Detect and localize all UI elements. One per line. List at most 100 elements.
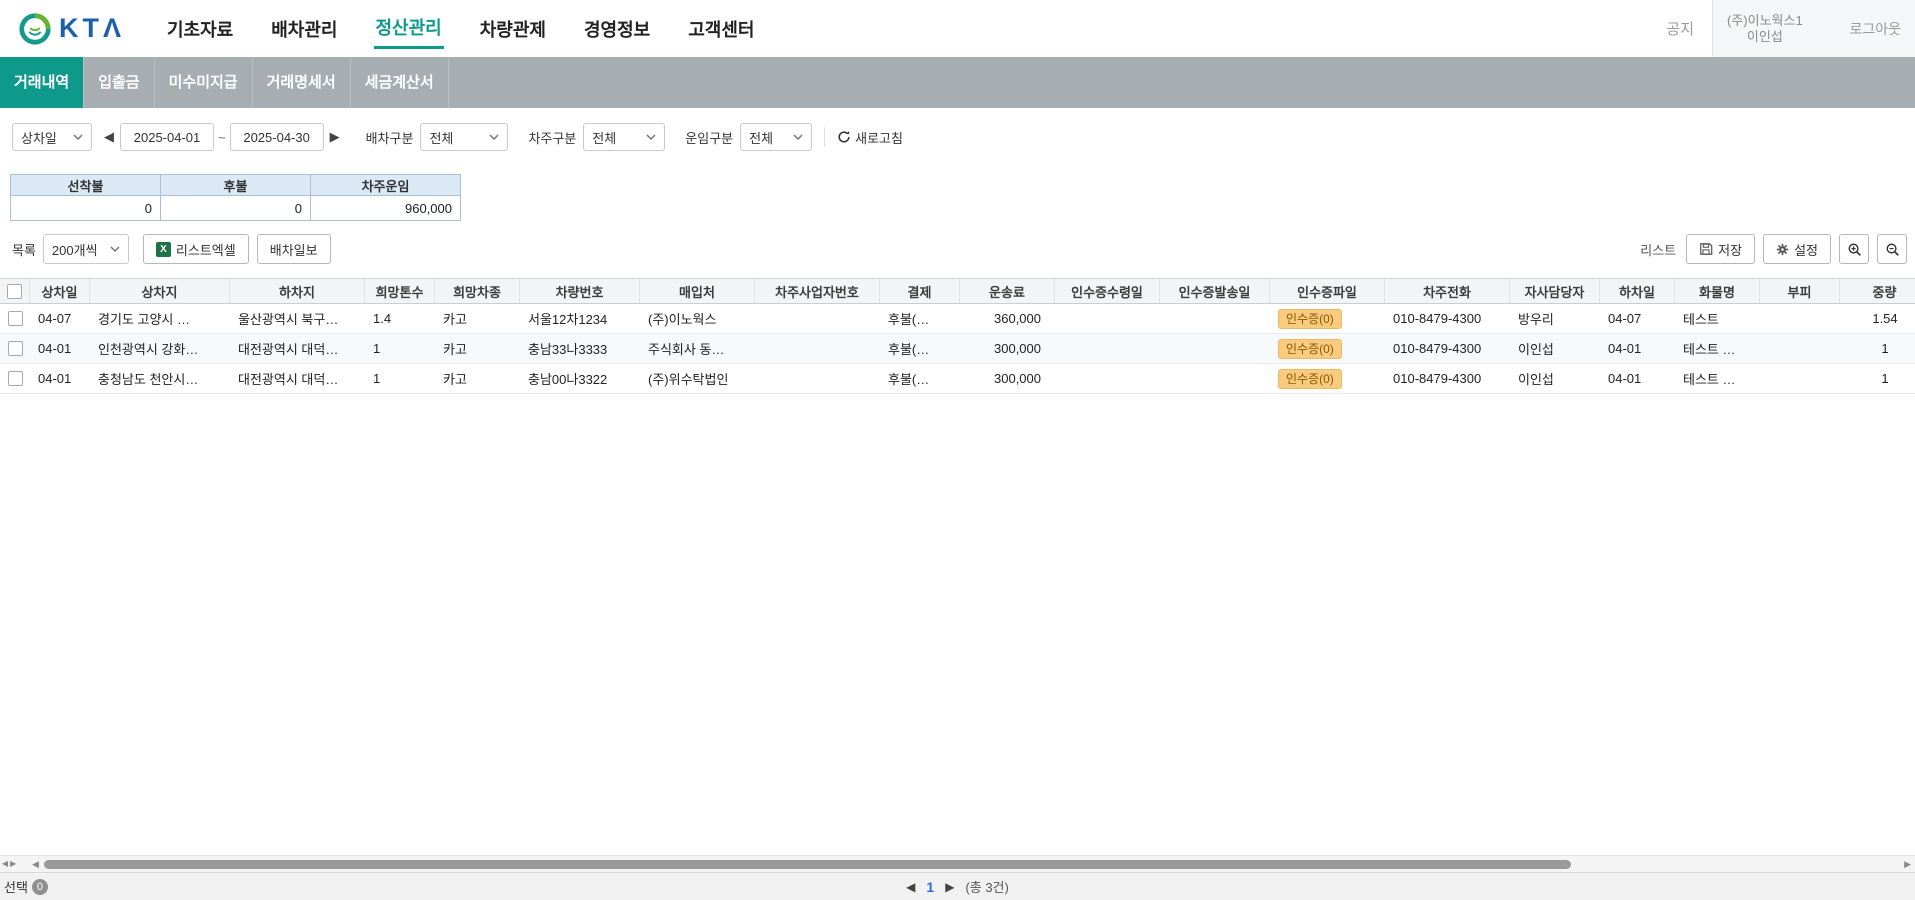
cell-unload-date: 04-07 xyxy=(1600,304,1675,333)
receipt-badge[interactable]: 인수증(0) xyxy=(1278,369,1342,389)
current-page-number[interactable]: 1 xyxy=(926,879,934,895)
col-origin[interactable]: 상차지 xyxy=(90,279,230,303)
receipt-badge[interactable]: 인수증(0) xyxy=(1278,309,1342,329)
cell-company-manager: 이인섭 xyxy=(1510,364,1600,393)
user-name: 이인섭 xyxy=(1727,29,1803,45)
horizontal-scrollbar: ◀▶ ◀ ▶ xyxy=(0,855,1915,872)
col-desired-tonnage[interactable]: 희망톤수 xyxy=(365,279,435,303)
date-range-separator: ~ xyxy=(218,130,226,145)
brand-logo[interactable]: KTΛ xyxy=(18,12,125,46)
col-vehicle-number[interactable]: 차량번호 xyxy=(520,279,640,303)
scroll-right-icon[interactable]: ▶ xyxy=(1904,859,1911,870)
next-page-icon[interactable]: ▶ xyxy=(945,880,954,894)
cell-weight: 1 xyxy=(1840,334,1915,363)
summary-value-advance-pay: 0 xyxy=(11,196,161,221)
row-checkbox[interactable] xyxy=(8,311,23,326)
col-owner-business-number[interactable]: 차주사업자번호 xyxy=(755,279,880,303)
cell-volume xyxy=(1760,334,1840,363)
zoom-in-button[interactable] xyxy=(1839,234,1869,264)
nav-item-vehicle-control[interactable]: 차량관제 xyxy=(478,10,548,48)
cell-volume xyxy=(1760,304,1840,333)
cell-load-date: 04-01 xyxy=(30,334,90,363)
nav-item-customer-center[interactable]: 고객센터 xyxy=(686,10,756,48)
tab-transactions[interactable]: 거래내역 xyxy=(0,57,84,108)
col-freight-fare[interactable]: 운송료 xyxy=(960,279,1055,303)
tab-transaction-statement[interactable]: 거래명세서 xyxy=(253,57,351,108)
owner-type-select[interactable]: 전체 xyxy=(583,123,665,151)
table-header-row: 상차일 상차지 하차지 희망톤수 희망차종 차량번호 매입처 차주사업자번호 결… xyxy=(0,278,1915,304)
footer-status-bar: 선택 0 ◀ 1 ▶ (총 3건) xyxy=(0,872,1915,900)
tab-deposits-withdrawals[interactable]: 입출금 xyxy=(84,57,154,108)
date-to-input[interactable] xyxy=(230,123,324,151)
excel-icon: X xyxy=(156,242,171,257)
owner-type-value: 전체 xyxy=(592,128,616,147)
settings-button[interactable]: 설정 xyxy=(1763,234,1831,264)
date-type-select[interactable]: 상차일 xyxy=(12,123,92,151)
summary-value-owner-fare: 960,000 xyxy=(311,196,461,221)
chevron-down-icon xyxy=(73,134,83,140)
col-company-manager[interactable]: 자사담당자 xyxy=(1510,279,1600,303)
select-all-checkbox[interactable] xyxy=(7,284,22,299)
date-from-input[interactable] xyxy=(120,123,214,151)
cell-desired-vehicle-type: 카고 xyxy=(435,364,520,393)
dispatch-type-label: 배차구분 xyxy=(366,128,414,147)
cell-owner-business-number xyxy=(755,334,880,363)
col-destination[interactable]: 하차지 xyxy=(230,279,365,303)
refresh-button[interactable]: 새로고침 xyxy=(837,128,903,147)
tab-tax-invoice[interactable]: 세금계산서 xyxy=(351,57,449,108)
nav-item-settlement[interactable]: 정산관리 xyxy=(374,8,444,49)
prev-date-range-button[interactable]: ◀ xyxy=(98,129,120,145)
data-grid: 상차일 상차지 하차지 희망톤수 희망차종 차량번호 매입처 차주사업자번호 결… xyxy=(0,278,1915,394)
col-owner-phone[interactable]: 차주전화 xyxy=(1385,279,1510,303)
row-checkbox[interactable] xyxy=(8,341,23,356)
tab-receivables-payables[interactable]: 미수미지급 xyxy=(155,57,253,108)
dispatch-type-select[interactable]: 전체 xyxy=(420,123,508,151)
cell-owner-business-number xyxy=(755,304,880,333)
list-excel-button[interactable]: X 리스트엑셀 xyxy=(143,234,249,264)
next-date-range-button[interactable]: ▶ xyxy=(324,129,346,145)
scrollbar-thumb[interactable] xyxy=(44,860,1571,869)
cell-destination: 대전광역시 대덕… xyxy=(230,364,365,393)
cell-purchaser: (주)위수탁법인 xyxy=(640,364,755,393)
grid-pane-scroll-arrows[interactable]: ◀▶ xyxy=(2,859,18,868)
page-size-select[interactable]: 200개씩 xyxy=(43,234,129,264)
logout-link[interactable]: 로그아웃 xyxy=(1849,19,1901,39)
nav-item-basic-data[interactable]: 기초자료 xyxy=(165,10,235,48)
cell-desired-tonnage: 1 xyxy=(365,334,435,363)
col-cargo-name[interactable]: 화물명 xyxy=(1675,279,1760,303)
logo-swirl-icon xyxy=(18,12,52,46)
cell-freight-fare: 300,000 xyxy=(960,334,1055,363)
col-unload-date[interactable]: 하차일 xyxy=(1600,279,1675,303)
cell-receipt-sent-date xyxy=(1160,364,1270,393)
table-row[interactable]: 04-01 인천광역시 강화… 대전광역시 대덕… 1 카고 충남33나3333… xyxy=(0,334,1915,364)
col-load-date[interactable]: 상차일 xyxy=(30,279,90,303)
col-desired-vehicle-type[interactable]: 희망차종 xyxy=(435,279,520,303)
chevron-down-icon xyxy=(489,134,499,140)
fare-type-select[interactable]: 전체 xyxy=(740,123,812,151)
col-receipt-file[interactable]: 인수증파일 xyxy=(1270,279,1385,303)
table-row[interactable]: 04-07 경기도 고양시 … 울산광역시 북구… 1.4 카고 서울12차12… xyxy=(0,304,1915,334)
zoom-out-button[interactable] xyxy=(1877,234,1907,264)
company-name: (주)이노웍스1 xyxy=(1727,13,1803,29)
cell-owner-phone: 010-8479-4300 xyxy=(1385,304,1510,333)
table-row[interactable]: 04-01 충청남도 천안시… 대전광역시 대덕… 1 카고 충남00나3322… xyxy=(0,364,1915,394)
row-checkbox[interactable] xyxy=(8,371,23,386)
col-receipt-sent-date[interactable]: 인수증발송일 xyxy=(1160,279,1270,303)
receipt-badge[interactable]: 인수증(0) xyxy=(1278,339,1342,359)
nav-item-dispatch[interactable]: 배차관리 xyxy=(269,10,339,48)
dispatch-report-button[interactable]: 배차일보 xyxy=(257,234,331,264)
col-purchaser[interactable]: 매입처 xyxy=(640,279,755,303)
notice-link[interactable]: 공지 xyxy=(1666,18,1694,39)
refresh-label: 새로고침 xyxy=(855,128,903,147)
col-volume[interactable]: 부피 xyxy=(1760,279,1840,303)
cell-origin: 인천광역시 강화… xyxy=(90,334,230,363)
cell-freight-fare: 360,000 xyxy=(960,304,1055,333)
col-receipt-received-date[interactable]: 인수증수령일 xyxy=(1055,279,1160,303)
col-weight[interactable]: 중량 xyxy=(1840,279,1915,303)
total-count-label: (총 3건) xyxy=(965,877,1008,896)
nav-item-management-info[interactable]: 경영정보 xyxy=(582,10,652,48)
prev-page-icon[interactable]: ◀ xyxy=(906,880,915,894)
col-payment[interactable]: 결제 xyxy=(880,279,960,303)
save-button[interactable]: 저장 xyxy=(1686,234,1755,264)
scroll-left-icon[interactable]: ◀ xyxy=(32,859,39,870)
